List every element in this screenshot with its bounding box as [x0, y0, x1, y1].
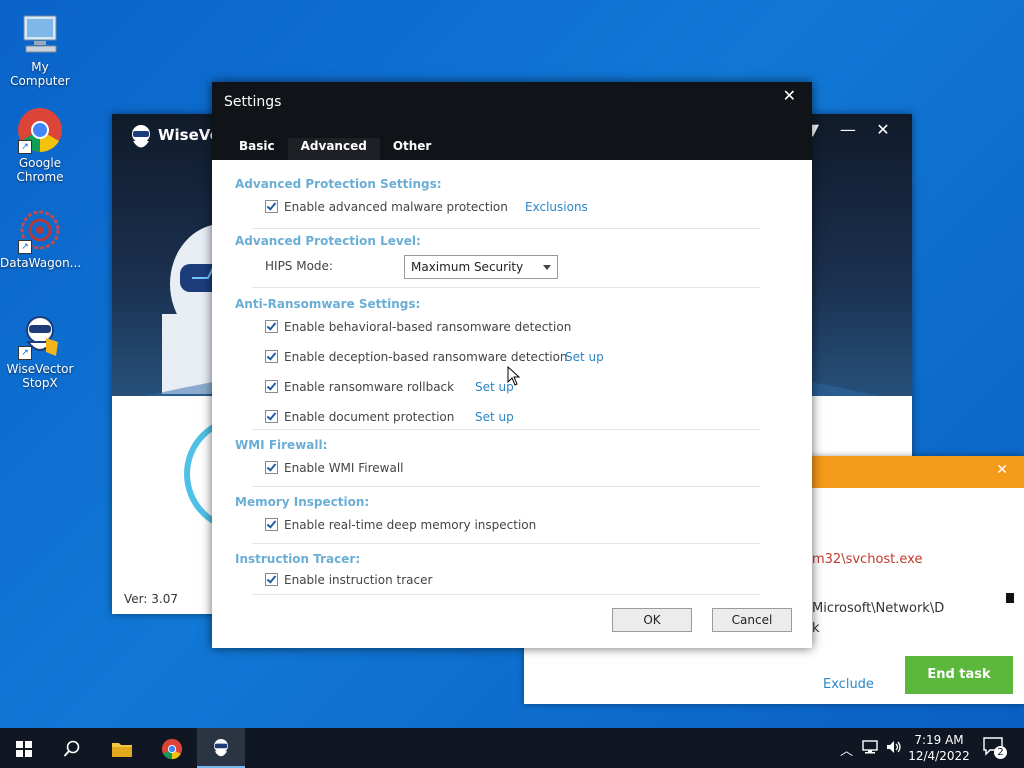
shortcut-arrow-icon: ↗ [18, 140, 32, 154]
checkbox-checked-icon[interactable] [265, 200, 278, 213]
taskbar-file-explorer[interactable] [98, 728, 146, 768]
clock-time: 7:19 AM [914, 733, 964, 747]
alert-target-path-cont: k [812, 621, 820, 636]
hips-mode-label: HIPS Mode: [265, 259, 333, 273]
chevron-up-icon[interactable]: ︿ [840, 740, 853, 759]
checkbox-label: Enable WMI Firewall [284, 461, 404, 475]
settings-title: Settings [224, 94, 282, 110]
settings-dialog: Settings ✕ Basic Advanced Other Advanced P… [212, 82, 812, 648]
mouse-cursor-icon [507, 366, 521, 386]
desktop-icon-label: DataWagon... [0, 256, 82, 270]
wisevector-icon [214, 738, 228, 756]
deception-setup-link[interactable]: Set up [565, 350, 604, 364]
chevron-down-icon [543, 265, 551, 270]
folder-icon [112, 742, 132, 757]
windows-logo-icon [16, 740, 32, 757]
hips-mode-value: Maximum Security [411, 260, 524, 274]
checkbox-checked-icon[interactable] [265, 573, 278, 586]
start-button[interactable] [0, 728, 48, 768]
section-divider [252, 287, 760, 288]
volume-icon[interactable] [886, 740, 902, 758]
desktop-icon-label: Google Chrome [16, 156, 64, 184]
settings-close-button[interactable]: ✕ [783, 86, 796, 105]
cancel-button[interactable]: Cancel [712, 608, 792, 632]
section-title-protection-level: Advanced Protection Level: [235, 234, 421, 248]
search-icon [63, 740, 80, 757]
checkbox-checked-icon[interactable] [265, 518, 278, 531]
desktop-icon-datawagon[interactable]: ↗ DataWagon... [0, 206, 82, 270]
taskbar-wisevector[interactable] [197, 728, 245, 768]
desktop-icon-my-computer[interactable]: My Computer [0, 10, 80, 88]
checkbox-row-rollback[interactable]: Enable ransomware rollback [265, 380, 454, 394]
checkbox-label: Enable ransomware rollback [284, 380, 455, 394]
clock-date: 12/4/2022 [908, 749, 970, 763]
search-button[interactable] [48, 728, 96, 768]
ok-button[interactable]: OK [612, 608, 692, 632]
section-title-memory: Memory Inspection: [235, 495, 370, 509]
alert-scrollbar[interactable] [1006, 593, 1014, 603]
checkbox-label: Enable advanced malware protection [284, 200, 508, 214]
wisevector-icon: ↗ [16, 312, 64, 360]
taskbar: ︿ 7:19 AM 12/4/2022 2 [0, 728, 1024, 768]
exclusions-link[interactable]: Exclusions [525, 200, 588, 214]
section-divider [252, 429, 760, 430]
exclude-link[interactable]: Exclude [823, 677, 874, 692]
section-title-tracer: Instruction Tracer: [235, 552, 361, 566]
tab-basic[interactable]: Basic [226, 138, 288, 160]
desktop-icon-google-chrome[interactable]: ↗ Google Chrome [0, 106, 80, 184]
settings-header: Settings ✕ Basic Advanced Other [212, 82, 812, 163]
desktop-icon-wisevector[interactable]: ↗ WiseVector StopX [0, 312, 80, 390]
checkbox-row-tracer[interactable]: Enable instruction tracer [265, 573, 432, 587]
chrome-icon [161, 738, 183, 759]
section-divider [252, 543, 760, 544]
wisevector-logo-icon [132, 125, 150, 148]
checkbox-row-document[interactable]: Enable document protection [265, 410, 454, 424]
alert-process-path: m32\svchost.exe [812, 552, 923, 567]
tab-other[interactable]: Other [380, 138, 445, 160]
checkbox-label: Enable instruction tracer [284, 573, 433, 587]
checkbox-checked-icon[interactable] [265, 320, 278, 333]
checkbox-label: Enable deception-based ransomware detect… [284, 350, 568, 364]
section-title-wmi: WMI Firewall: [235, 438, 328, 452]
close-button[interactable]: ✕ [868, 120, 898, 139]
hips-mode-dropdown[interactable]: Maximum Security [404, 255, 558, 279]
alert-close-button[interactable]: ✕ [996, 462, 1008, 478]
end-task-button[interactable]: End task [905, 656, 1013, 694]
network-icon[interactable] [862, 740, 878, 758]
datawagon-icon: ↗ [16, 206, 64, 254]
notification-center-button[interactable]: 2 [982, 736, 1007, 760]
checkbox-row-wmi[interactable]: Enable WMI Firewall [265, 461, 404, 475]
checkbox-row-behavioral[interactable]: Enable behavioral-based ransomware detec… [265, 320, 571, 334]
section-divider [252, 228, 760, 229]
checkbox-row-advanced-malware[interactable]: Enable advanced malware protection [265, 200, 508, 214]
tab-advanced[interactable]: Advanced [287, 138, 380, 163]
shortcut-arrow-icon: ↗ [18, 346, 32, 360]
section-title-anti-ransomware: Anti-Ransomware Settings: [235, 297, 421, 311]
checkbox-label: Enable real-time deep memory inspection [284, 518, 537, 532]
taskbar-clock[interactable]: 7:19 AM 12/4/2022 [906, 732, 972, 764]
checkbox-checked-icon[interactable] [265, 380, 278, 393]
shortcut-arrow-icon: ↗ [18, 240, 32, 254]
settings-tabs: Basic Advanced Other [226, 138, 444, 163]
notification-count-badge: 2 [994, 746, 1007, 759]
document-setup-link[interactable]: Set up [475, 410, 514, 424]
alert-target-path: Microsoft\Network\D [812, 601, 945, 616]
section-divider [252, 486, 760, 487]
taskbar-chrome[interactable] [148, 728, 196, 768]
desktop-icon-label: My Computer [10, 60, 70, 88]
checkbox-row-memory[interactable]: Enable real-time deep memory inspection [265, 518, 536, 532]
desktop-icon-label: WiseVector StopX [6, 362, 74, 390]
section-title-advanced-protection: Advanced Protection Settings: [235, 177, 442, 191]
checkbox-checked-icon[interactable] [265, 461, 278, 474]
checkbox-checked-icon[interactable] [265, 410, 278, 423]
checkbox-row-deception[interactable]: Enable deception-based ransomware detect… [265, 350, 568, 364]
section-divider [252, 594, 760, 595]
checkbox-label: Enable behavioral-based ransomware detec… [284, 320, 572, 334]
checkbox-checked-icon[interactable] [265, 350, 278, 363]
checkbox-label: Enable document protection [284, 410, 455, 424]
minimize-button[interactable]: — [833, 120, 863, 139]
computer-icon [16, 10, 64, 58]
chrome-icon: ↗ [16, 106, 64, 154]
version-label: Ver: 3.07 [124, 592, 178, 606]
